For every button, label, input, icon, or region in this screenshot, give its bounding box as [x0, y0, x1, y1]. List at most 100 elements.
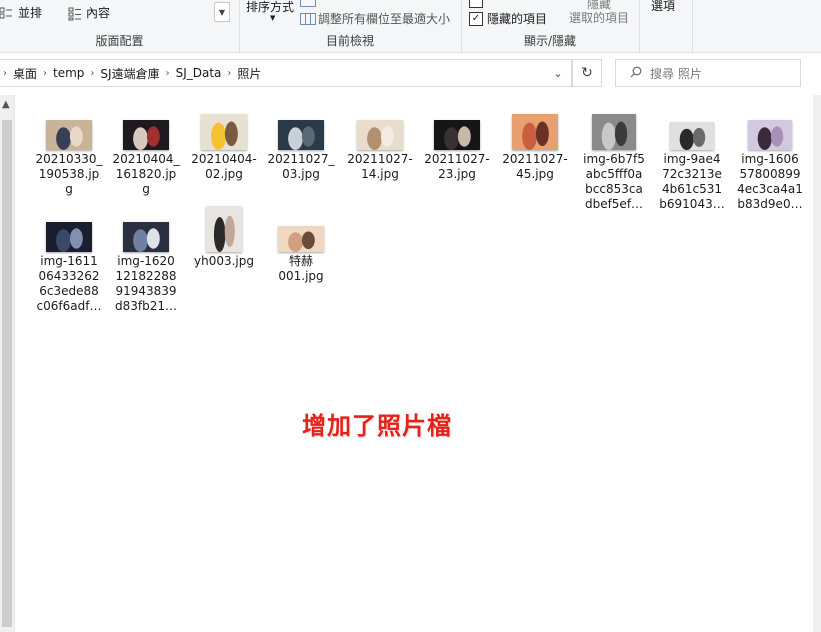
photo-thumbnail-image [46, 222, 92, 252]
hidden-items-checkbox[interactable]: ✓ [469, 11, 483, 26]
hidden-items-label: 隱藏的項目 [487, 12, 548, 26]
navigation-bar: › 桌面 › temp › SJ遠端倉庫 › SJ_Data › 照片 ⌄ ↻ … [0, 53, 821, 95]
tiles-icon [0, 7, 14, 19]
file-item[interactable]: 20210404- 02.jpg [187, 114, 261, 182]
breadcrumb-sj-remote-repo[interactable]: SJ遠端倉庫 [100, 65, 159, 82]
options-button[interactable]: 選項 [651, 0, 675, 14]
current-view-group: 排序方式 ▼ 調整所有欄位至最適大小 目前檢視 [239, 0, 462, 52]
thumbnail-frame [264, 216, 338, 252]
options-group: 選項 [639, 0, 693, 52]
thumbnail-frame [109, 114, 183, 150]
navigation-pane-scrollbar[interactable]: ▲ [0, 95, 15, 632]
file-item[interactable]: 20211027- 45.jpg [498, 114, 572, 182]
file-item[interactable]: img-1606 57800899 4ec3ca4a1 b83d9e0… [733, 114, 807, 212]
refresh-icon: ↻ [581, 65, 593, 81]
address-bar[interactable]: › 桌面 › temp › SJ遠端倉庫 › SJ_Data › 照片 ⌄ [0, 59, 572, 87]
file-item[interactable]: img-1611 06433262 6c3ede88 c06f6adf… [32, 216, 106, 314]
file-name-label: 特赫 001.jpg [278, 254, 324, 283]
layout-gallery-dropdown[interactable]: ▼ [214, 2, 230, 22]
thumbnail-frame [32, 114, 106, 150]
file-item[interactable]: 20210404_ 161820.jp g [109, 114, 183, 197]
file-item[interactable]: 特赫 001.jpg [264, 216, 338, 284]
file-name-label: 20211027_ 03.jpg [267, 152, 335, 181]
chevron-right-icon[interactable]: › [3, 68, 7, 79]
top-checkbox-partial[interactable] [469, 0, 483, 8]
search-box[interactable]: 搜尋 照片 [615, 59, 801, 87]
photo-thumbnail-image [206, 206, 242, 252]
chevron-right-icon[interactable]: › [227, 68, 231, 79]
hide-selected-line2: 選取的項目 [569, 11, 630, 25]
sort-by-button[interactable]: 排序方式 ▼ [246, 0, 295, 22]
scrollbar-thumb[interactable] [2, 120, 12, 627]
current-view-group-label: 目前檢視 [325, 34, 374, 48]
file-name-label: img-6b7f5 abc5fff0a bcc853ca dbef5ef… [583, 152, 645, 211]
thumbnail-frame [420, 114, 494, 150]
annotation-text: 增加了照片檔 [302, 412, 452, 440]
content-view-button[interactable]: 內容 [68, 4, 110, 21]
content-scrollbar[interactable] [813, 95, 821, 632]
photo-thumbnail-image [201, 114, 247, 150]
content-view-label: 內容 [86, 6, 111, 20]
address-history-chevron-down-icon[interactable]: ⌄ [551, 66, 565, 80]
file-item[interactable]: 20211027_ 03.jpg [264, 114, 338, 182]
tiles-view-button[interactable]: 並排 [0, 4, 42, 21]
layout-group: 並排 內容 ▼ 版面配置 [0, 0, 240, 52]
photo-thumbnail-image [670, 122, 714, 150]
chevron-right-icon[interactable]: › [43, 68, 47, 79]
hide-selected-line1: 隱藏 [587, 0, 612, 11]
file-item[interactable]: img-1620 12182288 91943839 d83fb21… [109, 216, 183, 314]
photo-thumbnail-image [123, 120, 169, 150]
file-name-label: img-1611 06433262 6c3ede88 c06f6adf… [36, 254, 102, 313]
photo-thumbnail-image [512, 114, 558, 150]
hidden-items-checkbox-row[interactable]: ✓ 隱藏的項目 [469, 10, 547, 27]
search-placeholder: 搜尋 照片 [650, 66, 702, 81]
scroll-up-arrow-icon[interactable]: ▲ [2, 99, 10, 110]
photo-thumbnail-image [278, 226, 324, 252]
thumbnail-frame [733, 114, 807, 150]
photo-thumbnail-image [278, 120, 324, 150]
thumbnail-frame [32, 216, 106, 252]
breadcrumb-desktop[interactable]: 桌面 [13, 65, 37, 82]
file-name-label: 20210330_ 190538.jp g [35, 152, 103, 196]
options-label: 選項 [651, 0, 676, 13]
file-item[interactable]: yh003.jpg [187, 204, 261, 269]
columns-icon [300, 0, 316, 10]
file-item[interactable]: img-9ae4 72c3213e 4b61c531 b691043… [655, 114, 729, 212]
top-checkbox[interactable] [469, 0, 483, 8]
file-name-label: 20211027- 23.jpg [424, 152, 490, 181]
layout-group-label: 版面配置 [95, 34, 144, 48]
chevron-right-icon[interactable]: › [166, 68, 170, 79]
file-name-label: 20211027- 45.jpg [502, 152, 568, 181]
refresh-button[interactable]: ↻ [572, 59, 602, 87]
sort-by-label: 排序方式 [246, 0, 295, 14]
photo-thumbnail-image [357, 120, 403, 150]
breadcrumb-sj-data[interactable]: SJ_Data [176, 66, 222, 80]
size-columns-button[interactable]: 調整所有欄位至最適大小 [300, 10, 450, 27]
tiles-view-label: 並排 [18, 6, 43, 20]
ribbon: 並排 內容 ▼ 版面配置 排序方式 ▼ 調整所有欄位至最適大小 目前檢視 ✓ 隱… [0, 0, 821, 53]
thumbnail-frame [264, 114, 338, 150]
thumbnail-frame [655, 114, 729, 150]
file-item[interactable]: 20211027- 14.jpg [343, 114, 417, 182]
chevron-right-icon[interactable]: › [90, 68, 94, 79]
photo-thumbnail-image [123, 222, 169, 252]
thumbnail-frame [187, 204, 261, 252]
chevron-down-icon: ▼ [218, 7, 226, 17]
thumbnail-frame [343, 114, 417, 150]
photo-thumbnail-image [46, 120, 92, 150]
file-name-label: 20210404_ 161820.jp g [112, 152, 180, 196]
file-item[interactable]: 20211027- 23.jpg [420, 114, 494, 182]
breadcrumb-photos[interactable]: 照片 [237, 65, 261, 82]
file-item[interactable]: img-6b7f5 abc5fff0a bcc853ca dbef5ef… [577, 114, 651, 212]
photo-thumbnail-image [434, 120, 480, 150]
file-name-label: img-9ae4 72c3213e 4b61c531 b691043… [659, 152, 725, 211]
search-icon [630, 66, 642, 81]
content-view-icon [68, 7, 82, 20]
thumbnail-frame [498, 114, 572, 150]
size-columns-label: 調整所有欄位至最適大小 [318, 12, 451, 26]
breadcrumb-temp[interactable]: temp [53, 66, 84, 80]
file-item[interactable]: 20210330_ 190538.jp g [32, 114, 106, 197]
file-name-label: 20211027- 14.jpg [347, 152, 413, 181]
thumbnail-frame [577, 114, 651, 150]
hide-selected-button[interactable]: 隱藏 選取的項目 [569, 0, 629, 25]
